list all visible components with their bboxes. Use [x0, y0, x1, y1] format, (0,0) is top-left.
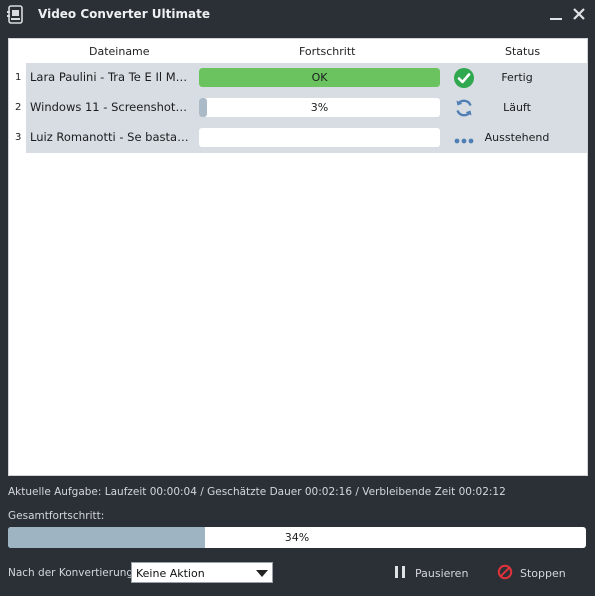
row-progress-bar: OK: [199, 68, 440, 87]
row-progress-label: 3%: [310, 101, 329, 114]
pause-icon: [395, 566, 405, 578]
chevron-down-icon: [256, 570, 268, 577]
minimize-icon[interactable]: [548, 6, 564, 22]
stop-button-label: Stoppen: [520, 567, 566, 580]
close-icon[interactable]: [571, 6, 587, 22]
row-index: 3: [15, 132, 22, 143]
column-header-filename[interactable]: Dateiname: [89, 45, 150, 58]
file-name: Lara Paulini - Tra Te E Il Ma...: [30, 70, 190, 84]
row-progress-bar: 3%: [199, 98, 440, 117]
column-header-progress[interactable]: Fortschritt: [299, 45, 355, 58]
row-index: 2: [15, 102, 22, 113]
column-header-status[interactable]: Status: [505, 45, 540, 58]
overall-progress-label: Gesamtfortschritt:: [8, 510, 105, 522]
status-text: Läuft: [503, 101, 531, 114]
title-bar: Video Converter Ultimate: [0, 0, 595, 30]
table-row[interactable]: 2 Windows 11 - Screenshots ... 3% Läuft: [9, 93, 587, 123]
row-progress-label: OK: [311, 71, 328, 84]
conversion-list: Dateiname Fortschritt Status 1 Lara Paul…: [8, 38, 588, 476]
table-header: Dateiname Fortschritt Status: [9, 39, 587, 63]
after-conversion-label: Nach der Konvertierung:: [8, 567, 137, 579]
row-progress-bar: [199, 128, 440, 147]
pause-button-label: Pausieren: [415, 567, 469, 580]
status-text: Ausstehend: [484, 131, 550, 144]
ellipsis-icon: [454, 138, 474, 144]
app-logo-icon: [7, 5, 23, 24]
refresh-icon: [456, 99, 472, 117]
table-row[interactable]: 3 Luiz Romanotti - Se bastass... Aussteh…: [9, 123, 587, 153]
stop-icon: [497, 564, 513, 580]
file-name: Luiz Romanotti - Se bastass...: [30, 130, 190, 144]
table-row[interactable]: 1 Lara Paulini - Tra Te E Il Ma... OK Fe…: [9, 63, 587, 93]
after-conversion-select[interactable]: Keine Aktion: [131, 562, 273, 583]
stop-button[interactable]: Stoppen: [497, 563, 577, 583]
row-index: 1: [15, 72, 22, 83]
file-name: Windows 11 - Screenshots ...: [30, 100, 190, 114]
overall-progress-value: 34%: [284, 531, 310, 544]
current-task-info: Aktuelle Aufgabe: Laufzeit 00:00:04 / Ge…: [8, 486, 506, 498]
check-icon: [454, 68, 474, 88]
window-title: Video Converter Ultimate: [38, 7, 210, 21]
status-text: Fertig: [501, 71, 533, 84]
after-conversion-value: Keine Aktion: [136, 567, 205, 580]
overall-progress-bar: 34%: [8, 527, 586, 548]
pause-button[interactable]: Pausieren: [392, 563, 472, 583]
